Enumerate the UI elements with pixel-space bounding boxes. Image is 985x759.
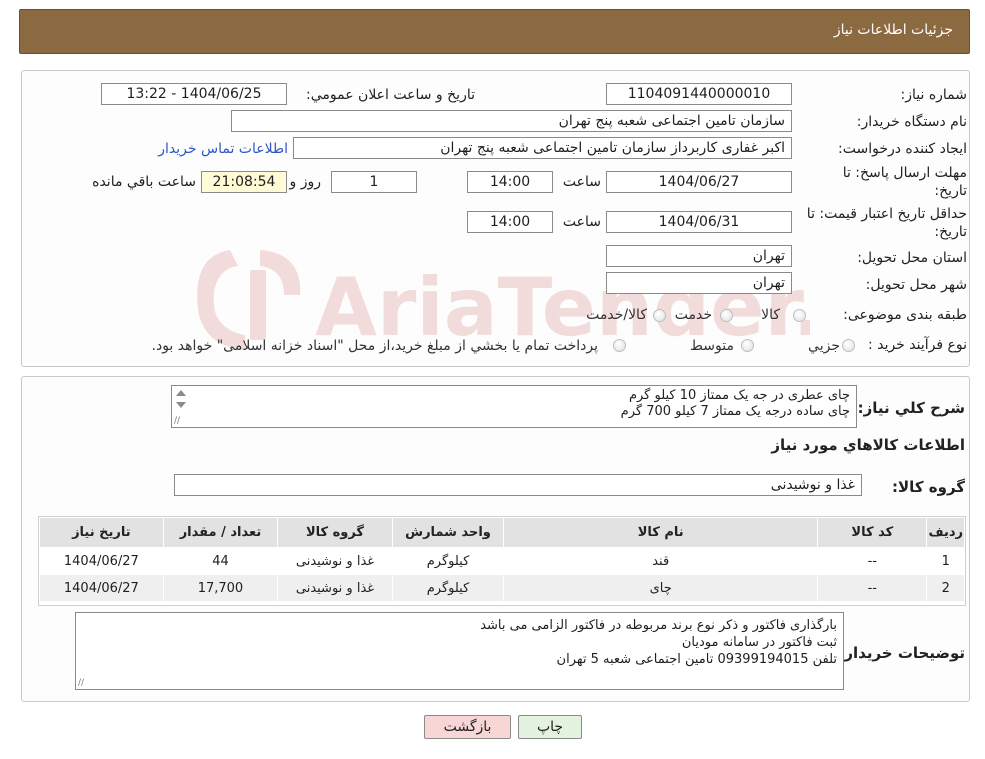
remaining-time-field: 21:08:54 bbox=[201, 171, 287, 193]
validity-date-field: 1404/06/31 bbox=[606, 211, 792, 233]
validity-time-label: ساعت bbox=[562, 214, 601, 230]
buyer-notes-textarea[interactable]: بارگذاری فاکتور و ذکر نوع برند مربوطه در… bbox=[75, 612, 844, 690]
deadline-time-label: ساعت bbox=[562, 174, 601, 190]
buyer-org-label: نام دستگاه خريدار: bbox=[856, 114, 967, 130]
creator-field: اکبر غفاری کاربرداز سازمان تامین اجتماعی… bbox=[293, 137, 792, 159]
goods-group-label: گروه کالا: bbox=[892, 478, 965, 496]
cell-qty: 17,700 bbox=[162, 574, 279, 602]
cell-code: -- bbox=[817, 547, 928, 575]
col-unit: واحد شمارش bbox=[391, 517, 505, 548]
col-qty: تعداد / مقدار bbox=[162, 517, 279, 548]
table-row: 1 -- قند کیلوگرم غذا و نوشیدنی 44 1404/0… bbox=[39, 547, 965, 575]
cell-qty: 44 bbox=[162, 547, 279, 575]
description-label: شرح کلي نياز: bbox=[857, 399, 965, 417]
deadline-time-field: 14:00 bbox=[467, 171, 553, 193]
creator-label: ايجاد کننده درخواست: bbox=[838, 141, 967, 157]
buyer-org-field: سازمان تامین اجتماعی شعبه پنج تهران bbox=[231, 110, 792, 132]
cell-name: چای bbox=[503, 574, 819, 602]
days-field: 1 bbox=[331, 171, 417, 193]
process-radio-medium[interactable] bbox=[741, 339, 754, 352]
description-line-1: چای عطری در جه یک ممتاز 10 کیلو گرم bbox=[628, 388, 850, 403]
deadline-label: مهلت ارسال پاسخ: تا bbox=[842, 165, 967, 181]
scroll-up-icon[interactable] bbox=[176, 390, 186, 396]
deadline-date-field: 1404/06/27 bbox=[606, 171, 792, 193]
category-radio-goods[interactable] bbox=[793, 309, 806, 322]
col-row: رديف bbox=[926, 517, 965, 548]
goods-section-title: اطلاعات کالاهاي مورد نياز bbox=[771, 436, 965, 454]
announce-label: تاریخ و ساعت اعلان عمومي: bbox=[306, 87, 475, 103]
page-header: جزئیات اطلاعات نیاز bbox=[19, 9, 970, 54]
scroll-down-icon[interactable] bbox=[176, 402, 186, 408]
deadline-label-date: تاريخ: bbox=[934, 183, 967, 199]
cell-date: 1404/06/27 bbox=[39, 574, 164, 602]
goods-group-field: غذا و نوشیدنی bbox=[174, 474, 862, 496]
description-line-2: چای ساده درجه یک ممتاز 7 کیلو 700 گرم bbox=[620, 404, 850, 419]
cell-row: 2 bbox=[926, 574, 965, 602]
page-title: جزئیات اطلاعات نیاز bbox=[833, 22, 953, 38]
cell-unit: کیلوگرم bbox=[391, 547, 505, 575]
back-button[interactable]: بازگشت bbox=[424, 715, 511, 739]
province-field: تهران bbox=[606, 245, 792, 267]
process-option-medium: متوسط bbox=[690, 338, 734, 354]
announce-field: 1404/06/25 - 13:22 bbox=[101, 83, 287, 105]
buyer-notes-line-2: ثبت فاکتور در سامانه مودیان bbox=[681, 635, 837, 650]
days-label: روز و bbox=[289, 174, 322, 190]
category-option-goods: کالا bbox=[761, 307, 780, 323]
buyer-notes-label: توضيحات خريدار: bbox=[838, 644, 965, 662]
buyer-notes-line-3: تلفن 09399194015 تامین اجتماعی شعبه 5 ته… bbox=[556, 652, 837, 667]
validity-label-date: تاريخ: bbox=[934, 224, 967, 240]
col-code: کد کالا bbox=[817, 517, 928, 548]
process-option-minor: جزيي bbox=[808, 338, 840, 354]
process-radio-minor[interactable] bbox=[842, 339, 855, 352]
goods-table: رديف کد کالا نام کالا واحد شمارش گروه کا… bbox=[39, 517, 965, 602]
validity-label: حداقل تاريخ اعتبار قيمت: تا bbox=[806, 206, 967, 222]
category-label: طبقه بندی موضوعی: bbox=[843, 307, 967, 323]
col-date: تاريخ نياز bbox=[39, 517, 164, 548]
province-label: استان محل تحويل: bbox=[857, 250, 967, 266]
category-option-goods-service: کالا/خدمت bbox=[586, 307, 647, 323]
cell-group: غذا و نوشیدنی bbox=[277, 547, 393, 575]
description-textarea[interactable]: چای عطری در جه یک ممتاز 10 کیلو گرم چای … bbox=[171, 385, 857, 428]
col-group: گروه کالا bbox=[277, 517, 393, 548]
cell-name: قند bbox=[503, 547, 819, 575]
resize-grip-icon[interactable]: ∕∕ bbox=[78, 678, 84, 688]
process-note: پرداخت تمام يا بخشي از مبلغ خريد،از محل … bbox=[151, 338, 598, 354]
buyer-contact-link[interactable]: اطلاعات تماس خريدار bbox=[158, 141, 288, 157]
cell-date: 1404/06/27 bbox=[39, 547, 164, 575]
city-label: شهر محل تحويل: bbox=[865, 277, 967, 293]
resize-grip-icon[interactable]: ∕∕ bbox=[174, 416, 180, 426]
col-name: نام کالا bbox=[503, 517, 819, 548]
process-label: نوع فرآيند خريد : bbox=[868, 337, 967, 353]
need-number-label: شماره نیاز: bbox=[900, 87, 968, 103]
cell-group: غذا و نوشیدنی bbox=[277, 574, 393, 602]
process-checkbox-treasury[interactable] bbox=[613, 339, 626, 352]
category-option-service: خدمت bbox=[674, 307, 712, 323]
city-field: تهران bbox=[606, 272, 792, 294]
remaining-label: ساعت باقي مانده bbox=[92, 174, 196, 190]
cell-code: -- bbox=[817, 574, 928, 602]
validity-time-field: 14:00 bbox=[467, 211, 553, 233]
print-button[interactable]: چاپ bbox=[518, 715, 582, 739]
category-radio-goods-service[interactable] bbox=[653, 309, 666, 322]
category-radio-service[interactable] bbox=[720, 309, 733, 322]
buyer-notes-line-1: بارگذاری فاکتور و ذکر نوع برند مربوطه در… bbox=[480, 618, 837, 633]
table-header-row: رديف کد کالا نام کالا واحد شمارش گروه کا… bbox=[39, 517, 965, 548]
goods-table-frame: رديف کد کالا نام کالا واحد شمارش گروه کا… bbox=[38, 516, 966, 606]
cell-row: 1 bbox=[926, 547, 965, 575]
table-row: 2 -- چای کیلوگرم غذا و نوشیدنی 17,700 14… bbox=[39, 574, 965, 602]
need-number-field: 1104091440000010 bbox=[606, 83, 792, 105]
cell-unit: کیلوگرم bbox=[391, 574, 505, 602]
